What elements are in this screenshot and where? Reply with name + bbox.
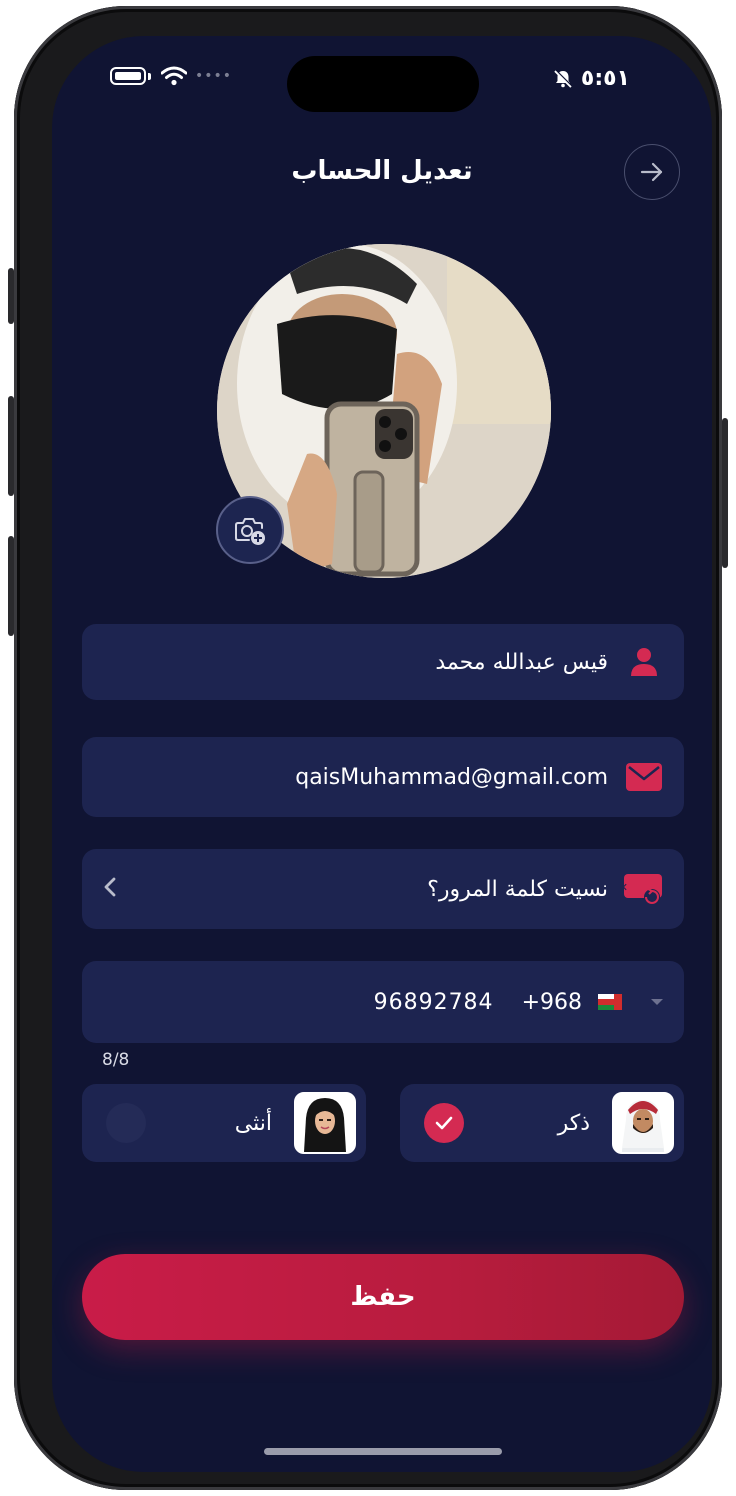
female-radio[interactable] xyxy=(106,1103,146,1143)
phone-frame: •••• ٥:٥١ تعديل الحساب قيس عبدالله محمد … xyxy=(8,6,728,1490)
check-icon xyxy=(435,1116,453,1130)
email-field[interactable]: qaisMuhammad@gmail.com xyxy=(82,737,684,817)
status-left: •••• xyxy=(110,66,232,86)
caret-down-icon xyxy=(651,999,663,1005)
signal-icon: •••• xyxy=(195,68,233,84)
page-title: تعديل الحساب xyxy=(291,156,473,186)
male-label: ذكر xyxy=(557,1110,590,1136)
svg-text:✕✕✕: ✕✕✕ xyxy=(624,881,628,894)
male-radio-checked[interactable] xyxy=(424,1103,464,1143)
power-button xyxy=(722,418,728,568)
phone-char-counter: 8/8 xyxy=(102,1050,130,1070)
chevron-left-icon xyxy=(102,875,118,903)
email-value: qaisMuhammad@gmail.com xyxy=(295,764,608,790)
user-icon xyxy=(624,642,664,682)
password-reset-icon: ✕✕✕ xyxy=(624,869,664,909)
country-picker[interactable] xyxy=(650,982,664,1022)
clock: ٥:٥١ xyxy=(580,66,630,91)
female-label: أنثى xyxy=(234,1110,272,1136)
camera-add-icon xyxy=(235,518,265,545)
dynamic-island xyxy=(287,56,479,112)
name-field[interactable]: قيس عبدالله محمد xyxy=(82,624,684,700)
screen: •••• ٥:٥١ تعديل الحساب قيس عبدالله محمد … xyxy=(52,36,712,1472)
country-code: +968 xyxy=(521,989,582,1015)
wifi-icon xyxy=(161,66,187,86)
forgot-password-label: نسيت كلمة المرور؟ xyxy=(427,876,608,902)
name-value: قيس عبدالله محمد xyxy=(435,649,608,675)
status-right: ٥:٥١ xyxy=(553,66,630,91)
phone-field[interactable]: +968 96892784 xyxy=(82,961,684,1043)
gender-option-female[interactable]: أنثى xyxy=(82,1084,366,1162)
mute-switch xyxy=(8,268,14,324)
back-button[interactable] xyxy=(624,144,680,200)
change-photo-button[interactable] xyxy=(216,496,284,564)
male-avatar xyxy=(612,1092,674,1154)
mail-icon xyxy=(624,757,664,797)
female-avatar xyxy=(294,1092,356,1154)
gender-option-male[interactable]: ذكر xyxy=(400,1084,684,1162)
bell-off-icon xyxy=(554,69,573,88)
arrow-right-icon xyxy=(640,162,663,182)
phone-value: 96892784 xyxy=(373,989,494,1015)
oman-flag-icon xyxy=(598,994,622,1010)
volume-up-button xyxy=(8,396,14,496)
forgot-password-row[interactable]: ✕✕✕ نسيت كلمة المرور؟ xyxy=(82,849,684,929)
save-button[interactable]: حفظ xyxy=(82,1254,684,1340)
battery-icon xyxy=(110,67,146,85)
volume-down-button xyxy=(8,536,14,636)
home-indicator xyxy=(264,1448,502,1455)
